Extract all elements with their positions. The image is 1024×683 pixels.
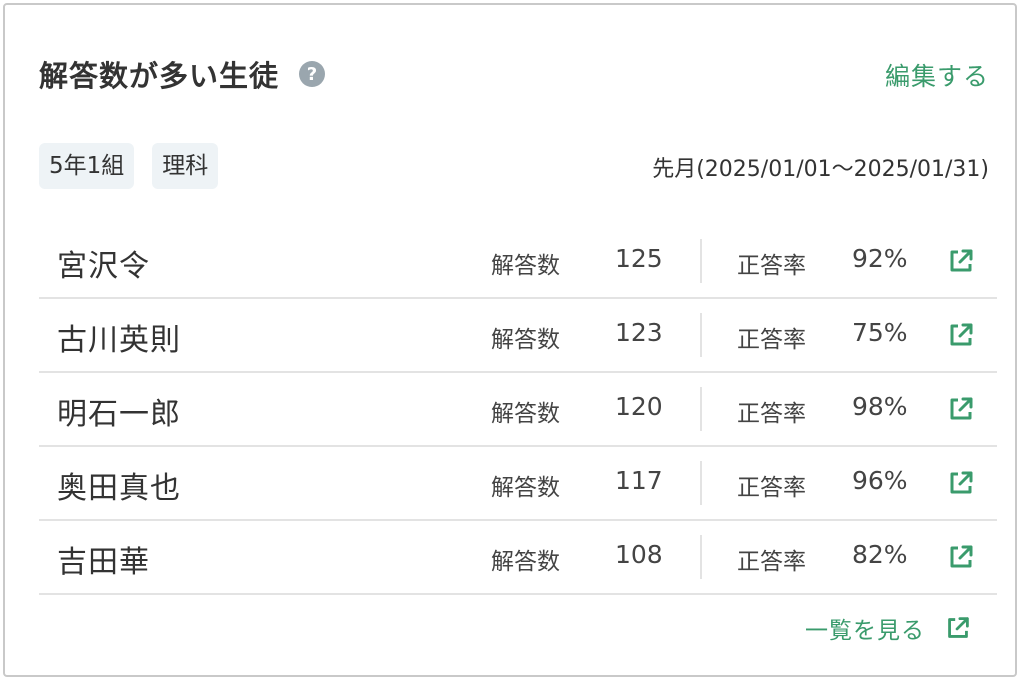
view-all-label: 一覧を見る (805, 618, 925, 644)
column-divider (700, 461, 702, 505)
help-icon[interactable]: ? (299, 61, 326, 87)
external-link-icon[interactable] (945, 467, 977, 499)
period-label: 先月(2025/01/01〜2025/01/31) (652, 157, 989, 182)
external-link-icon[interactable] (945, 541, 977, 573)
external-link-icon[interactable] (943, 613, 973, 643)
answers-label: 解答数 (491, 327, 560, 353)
correct-rate-value: 82% (852, 540, 908, 569)
correct-rate-label: 正答率 (737, 253, 806, 279)
column-divider (700, 239, 702, 283)
correct-rate-label: 正答率 (737, 475, 806, 501)
student-name: 古川英則 (57, 323, 181, 358)
correct-rate-value: 96% (852, 466, 908, 495)
subject-tag: 理科 (152, 143, 219, 189)
card-title: 解答数が多い生徒 (39, 59, 280, 93)
correct-rate-label: 正答率 (737, 401, 806, 427)
student-name: 明石一郎 (57, 397, 181, 432)
student-name: 奥田真也 (57, 471, 181, 506)
column-divider (700, 313, 702, 357)
correct-rate-value: 75% (852, 318, 908, 347)
external-link-icon[interactable] (945, 245, 977, 277)
answers-value: 108 (615, 540, 663, 569)
answers-value: 117 (615, 466, 663, 495)
answers-label: 解答数 (491, 253, 560, 279)
correct-rate-value: 98% (852, 392, 908, 421)
table-row: 明石一郎 解答数 120 正答率 98% (39, 373, 997, 447)
student-list: 宮沢令 解答数 125 正答率 92% 古川英則 解答数 123 正答率 75%… (39, 225, 997, 595)
table-row: 宮沢令 解答数 125 正答率 92% (39, 225, 997, 299)
column-divider (700, 387, 702, 431)
answers-label: 解答数 (491, 475, 560, 501)
correct-rate-label: 正答率 (737, 327, 806, 353)
answers-label: 解答数 (491, 401, 560, 427)
class-tag: 5年1組 (39, 143, 135, 189)
table-row: 奥田真也 解答数 117 正答率 96% (39, 447, 997, 521)
view-all-link[interactable]: 一覧を見る (805, 611, 973, 645)
edit-link[interactable]: 編集する (885, 57, 989, 93)
correct-rate-value: 92% (852, 244, 908, 273)
table-row: 古川英則 解答数 123 正答率 75% (39, 299, 997, 373)
card-header: 解答数が多い生徒 ? (39, 53, 326, 95)
correct-rate-label: 正答率 (737, 549, 806, 575)
answers-value: 125 (615, 244, 663, 273)
student-name: 吉田華 (57, 545, 150, 580)
top-students-card: 解答数が多い生徒 ? 編集する 5年1組 理科 先月(2025/01/01〜20… (3, 3, 1017, 677)
answers-label: 解答数 (491, 549, 560, 575)
external-link-icon[interactable] (945, 319, 977, 351)
table-row: 吉田華 解答数 108 正答率 82% (39, 521, 997, 595)
answers-value: 120 (615, 392, 663, 421)
external-link-icon[interactable] (945, 393, 977, 425)
column-divider (700, 535, 702, 579)
answers-value: 123 (615, 318, 663, 347)
filter-tags: 5年1組 理科 (39, 143, 219, 189)
student-name: 宮沢令 (57, 249, 150, 284)
